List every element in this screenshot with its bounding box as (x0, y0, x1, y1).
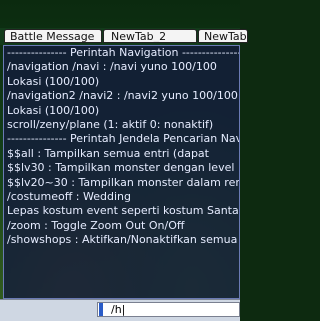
chat-log-panel[interactable]: --------------- Perintah Navigation ----… (3, 45, 240, 299)
chat-line: Lokasi (100/100) (7, 103, 100, 117)
chat-line: scroll/zeny/plane (1: aktif 0: nonaktif) (7, 117, 214, 131)
chat-line: $$lv20~30 : Tampilkan monster dalam rent… (7, 175, 239, 189)
input-mode-indicator (99, 303, 103, 316)
chat-input-row: /h| (0, 299, 240, 321)
chat-line: Lepas kostum event seperti kostum Santa (7, 204, 239, 218)
chat-line: /costumeoff : Wedding (7, 189, 131, 203)
chat-line: $$all : Tampilkan semua entri (dapat (7, 146, 209, 160)
tab-newtab-2[interactable]: NewTab_2 (103, 29, 197, 43)
chat-line: Lokasi (100/100) (7, 74, 100, 88)
chat-line: $$lv30 : Tampilkan monster dengan level (7, 161, 235, 175)
chat-line: /showshops : Aktifkan/Nonaktifkan semua (7, 233, 238, 247)
chat-tab-bar: Battle Message NewTab_2 NewTab_3 (0, 28, 248, 45)
tab-battle-message[interactable]: Battle Message (4, 29, 102, 43)
chat-line: /navigation /navi : /navi yuno 100/100 (7, 60, 217, 74)
chat-line: /zoom : Toggle Zoom Out On/Off (7, 218, 185, 232)
chat-line: /navigation2 /navi2 : /navi2 yuno 100/10… (7, 89, 238, 103)
chat-input-text: /h| (111, 303, 126, 316)
tab-newtab-3[interactable]: NewTab_3 (198, 29, 248, 43)
chat-line: --------------- Perintah Jendela Pencari… (7, 132, 239, 146)
chat-line: --------------- Perintah Navigation ----… (7, 46, 240, 59)
